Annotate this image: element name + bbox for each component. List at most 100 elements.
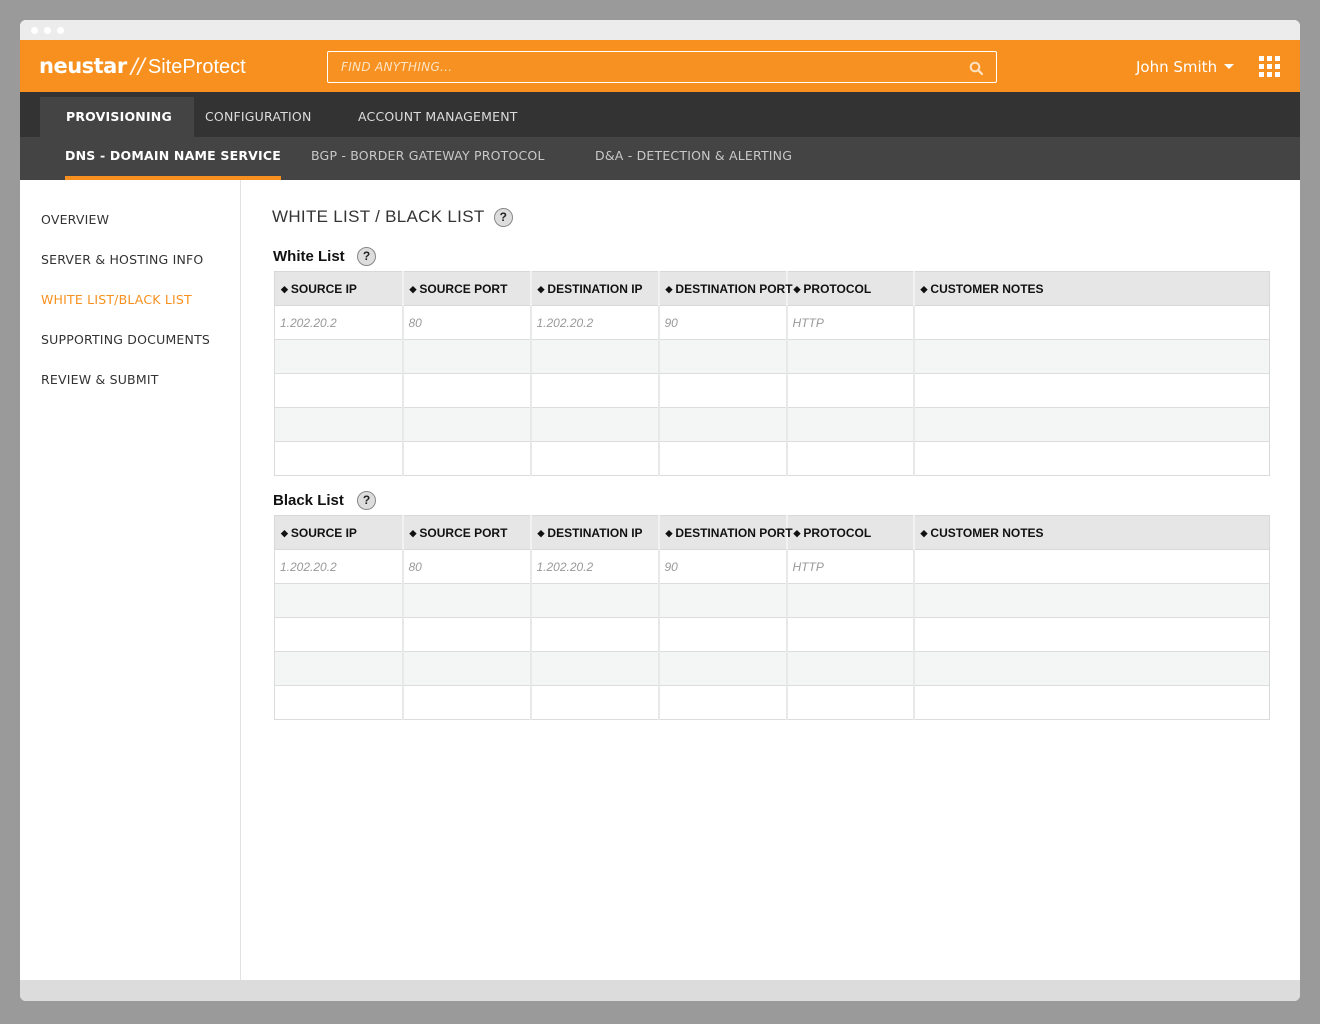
column-header[interactable]: ◆ PROTOCOL (786, 271, 915, 306)
table-cell[interactable] (402, 685, 532, 720)
table-cell[interactable] (530, 339, 660, 374)
table-cell[interactable] (274, 373, 404, 408)
table-cell[interactable] (402, 407, 532, 442)
column-header[interactable]: ◆ SOURCE PORT (402, 515, 532, 550)
table-cell[interactable] (786, 617, 915, 652)
table-cell[interactable] (658, 441, 788, 476)
table-cell[interactable] (658, 407, 788, 442)
table-cell[interactable] (274, 583, 404, 618)
table-cell[interactable] (913, 617, 1270, 652)
window-dot-icon[interactable] (57, 27, 64, 34)
help-icon[interactable]: ? (494, 208, 513, 227)
sidebar-item-overview[interactable]: OVERVIEW (41, 212, 109, 227)
table-cell[interactable] (913, 583, 1270, 618)
table-cell[interactable] (786, 651, 915, 686)
user-menu[interactable]: John Smith (1136, 56, 1235, 78)
table-cell[interactable] (913, 407, 1270, 442)
column-header[interactable]: ◆ SOURCE IP (274, 515, 404, 550)
tab-detection-alerting[interactable]: D&A - DETECTION & ALERTING (595, 137, 792, 180)
tab-provisioning[interactable]: PROVISIONING (40, 97, 194, 137)
tab-account-management[interactable]: ACCOUNT MANAGEMENT (358, 97, 518, 137)
table-cell[interactable] (913, 305, 1270, 340)
table-cell[interactable]: HTTP (786, 305, 915, 340)
table-cell[interactable] (402, 339, 532, 374)
table-cell[interactable]: 80 (402, 549, 532, 584)
table-cell[interactable] (913, 651, 1270, 686)
table-cell[interactable] (913, 373, 1270, 408)
sidebar-item-white-black-list[interactable]: WHITE LIST/BLACK LIST (41, 292, 192, 307)
column-header[interactable]: ◆ PROTOCOL (786, 515, 915, 550)
table-cell[interactable] (913, 549, 1270, 584)
search-icon[interactable] (969, 61, 983, 75)
help-icon[interactable]: ? (357, 247, 376, 266)
table-cell[interactable] (530, 373, 660, 408)
table-cell[interactable] (274, 685, 404, 720)
table-cell[interactable]: 1.202.20.2 (274, 549, 404, 584)
tab-configuration[interactable]: CONFIGURATION (205, 97, 312, 137)
table-cell[interactable] (402, 651, 532, 686)
table-cell[interactable] (786, 441, 915, 476)
table-cell[interactable]: 1.202.20.2 (530, 549, 660, 584)
table-cell[interactable] (530, 617, 660, 652)
table-cell[interactable] (274, 651, 404, 686)
table-row: 1.202.20.2 80 1.202.20.2 90 HTTP (274, 549, 1270, 584)
window-dot-icon[interactable] (31, 27, 38, 34)
column-header[interactable]: ◆ DESTINATION IP (530, 271, 660, 306)
table-row (274, 339, 1270, 374)
table-cell[interactable] (658, 339, 788, 374)
table-cell[interactable] (786, 373, 915, 408)
table-cell[interactable] (913, 441, 1270, 476)
table-cell[interactable] (913, 685, 1270, 720)
table-cell[interactable]: 90 (658, 305, 788, 340)
table-cell[interactable] (786, 407, 915, 442)
table-cell[interactable] (658, 651, 788, 686)
column-header-label: SOURCE PORT (419, 281, 508, 296)
column-header[interactable]: ◆ SOURCE PORT (402, 271, 532, 306)
sort-icon: ◆ (537, 527, 545, 538)
table-cell[interactable] (402, 583, 532, 618)
table-cell[interactable] (402, 441, 532, 476)
table-cell[interactable] (402, 373, 532, 408)
table-cell[interactable] (274, 617, 404, 652)
table-cell[interactable] (402, 617, 532, 652)
table-cell[interactable] (786, 339, 915, 374)
table-cell[interactable] (786, 685, 915, 720)
column-header[interactable]: ◆ DESTINATION PORT (658, 271, 793, 306)
table-cell[interactable]: 80 (402, 305, 532, 340)
help-icon[interactable]: ? (357, 491, 376, 510)
column-header[interactable]: ◆ CUSTOMER NOTES (913, 515, 1270, 550)
table-cell[interactable] (274, 407, 404, 442)
grid-apps-icon[interactable] (1259, 56, 1281, 78)
logo[interactable]: neustar//SiteProtect (39, 52, 246, 81)
table-cell[interactable] (274, 339, 404, 374)
table-cell[interactable]: 1.202.20.2 (530, 305, 660, 340)
tab-bgp[interactable]: BGP - BORDER GATEWAY PROTOCOL (311, 137, 545, 180)
table-row (274, 651, 1270, 686)
sidebar-item-supporting-documents[interactable]: SUPPORTING DOCUMENTS (41, 332, 210, 347)
secondary-nav: DNS - DOMAIN NAME SERVICE BGP - BORDER G… (20, 137, 1300, 180)
column-header[interactable]: ◆ SOURCE IP (274, 271, 404, 306)
table-cell[interactable]: 90 (658, 549, 788, 584)
table-cell[interactable] (530, 583, 660, 618)
table-cell[interactable] (658, 373, 788, 408)
table-cell[interactable] (530, 651, 660, 686)
window-dot-icon[interactable] (44, 27, 51, 34)
table-cell[interactable] (658, 583, 788, 618)
table-cell[interactable] (530, 685, 660, 720)
column-header[interactable]: ◆ DESTINATION PORT (658, 515, 793, 550)
tab-dns[interactable]: DNS - DOMAIN NAME SERVICE (65, 137, 281, 180)
table-cell[interactable]: HTTP (786, 549, 915, 584)
column-header[interactable]: ◆ DESTINATION IP (530, 515, 660, 550)
table-cell[interactable] (530, 407, 660, 442)
table-cell[interactable] (274, 441, 404, 476)
table-cell[interactable] (658, 685, 788, 720)
column-header[interactable]: ◆ CUSTOMER NOTES (913, 271, 1270, 306)
table-cell[interactable]: 1.202.20.2 (274, 305, 404, 340)
sidebar-item-review-submit[interactable]: REVIEW & SUBMIT (41, 372, 159, 387)
table-cell[interactable] (913, 339, 1270, 374)
search-input[interactable]: FIND ANYTHING... (327, 51, 997, 83)
table-cell[interactable] (658, 617, 788, 652)
table-cell[interactable] (530, 441, 660, 476)
table-cell[interactable] (786, 583, 915, 618)
sidebar-item-server-hosting[interactable]: SERVER & HOSTING INFO (41, 252, 203, 267)
